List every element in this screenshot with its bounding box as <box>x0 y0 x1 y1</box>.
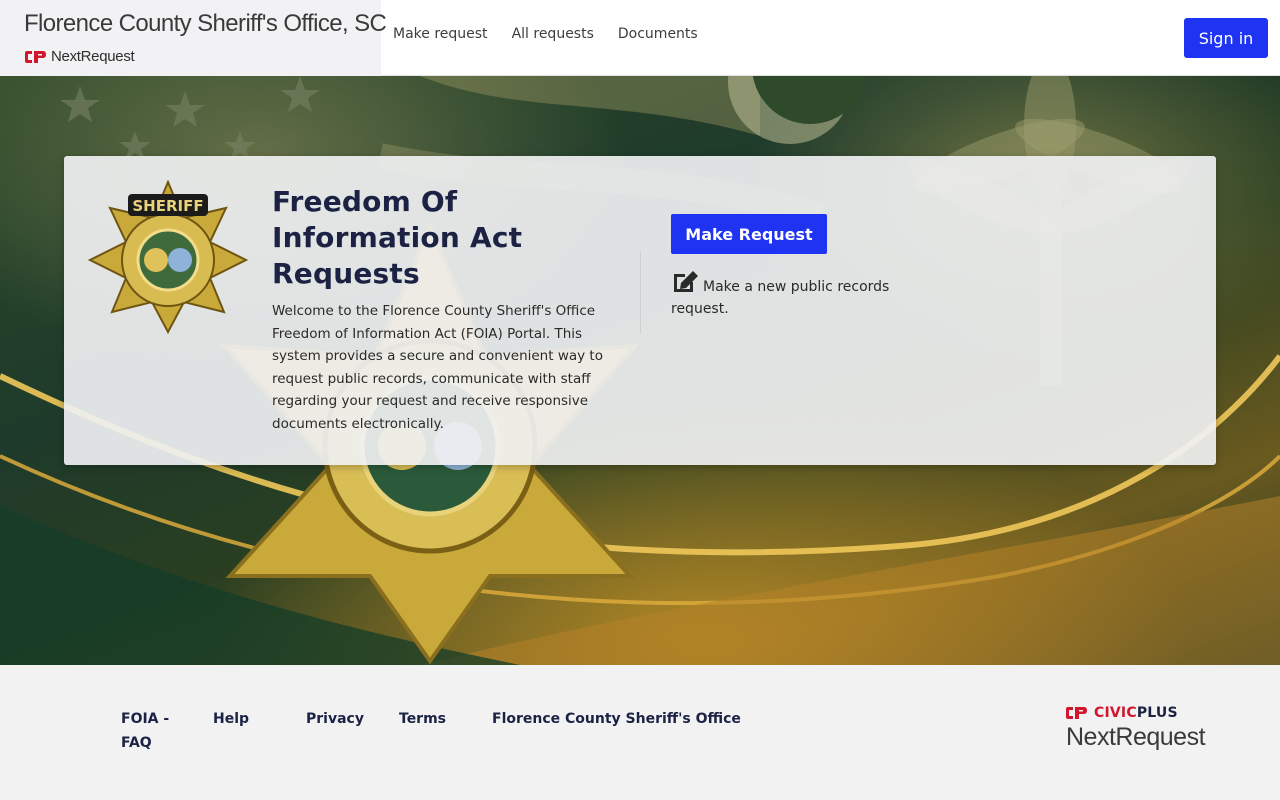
footer-link-terms[interactable]: Terms <box>399 707 446 731</box>
nextrequest-brand-name: NextRequest <box>51 48 135 65</box>
svg-text:SHERIFF: SHERIFF <box>132 197 203 215</box>
site-footer: FOIA - FAQ Help Privacy Terms Florence C… <box>0 665 1280 800</box>
civicplus-name-part1: CIVIC <box>1094 705 1137 721</box>
hero-card: SHERIFF Freedom Of Information Act Reque… <box>64 156 1216 465</box>
nextrequest-logo-icon <box>25 50 46 63</box>
footer-link-privacy[interactable]: Privacy <box>306 707 364 731</box>
civicplus-product-name: NextRequest <box>1066 723 1206 751</box>
nextrequest-logo[interactable]: NextRequest <box>25 48 135 65</box>
footer-link-foia-faq[interactable]: FOIA - FAQ <box>121 707 181 755</box>
civicplus-name: CIVICPLUS <box>1094 705 1178 721</box>
civicplus-logo-icon <box>1066 707 1087 719</box>
sign-in-button[interactable]: Sign in <box>1184 18 1268 58</box>
brand-block[interactable]: Florence County Sheriff's Office, SC Nex… <box>0 0 387 76</box>
sheriff-badge-icon: SHERIFF <box>88 180 248 335</box>
site-header: Florence County Sheriff's Office, SC Nex… <box>0 0 1280 76</box>
nav-make-request[interactable]: Make request <box>393 26 488 42</box>
civicplus-logo[interactable]: CIVICPLUS NextRequest <box>1066 705 1206 752</box>
page-title: Freedom Of Information Act Requests <box>272 185 523 290</box>
site-title[interactable]: Florence County Sheriff's Office, SC <box>24 10 387 38</box>
intro-description: Welcome to the Florence County Sheriff's… <box>272 303 603 432</box>
make-request-description-text: Make a new public records request. <box>671 279 890 317</box>
civicplus-name-part2: PLUS <box>1136 705 1178 721</box>
make-request-button[interactable]: Make Request <box>671 214 827 254</box>
nav-all-requests[interactable]: All requests <box>512 26 594 42</box>
make-request-description: Make a new public records request. <box>671 270 911 320</box>
edit-icon <box>674 271 698 292</box>
card-divider <box>640 252 641 334</box>
nav-documents[interactable]: Documents <box>618 26 698 42</box>
hero-banner: SHERIFF Freedom Of Information Act Reque… <box>0 76 1280 665</box>
footer-link-help[interactable]: Help <box>213 707 249 731</box>
main-nav: Make request All requests Documents <box>393 26 698 42</box>
footer-link-sheriffs-office[interactable]: Florence County Sheriff's Office <box>492 707 741 731</box>
